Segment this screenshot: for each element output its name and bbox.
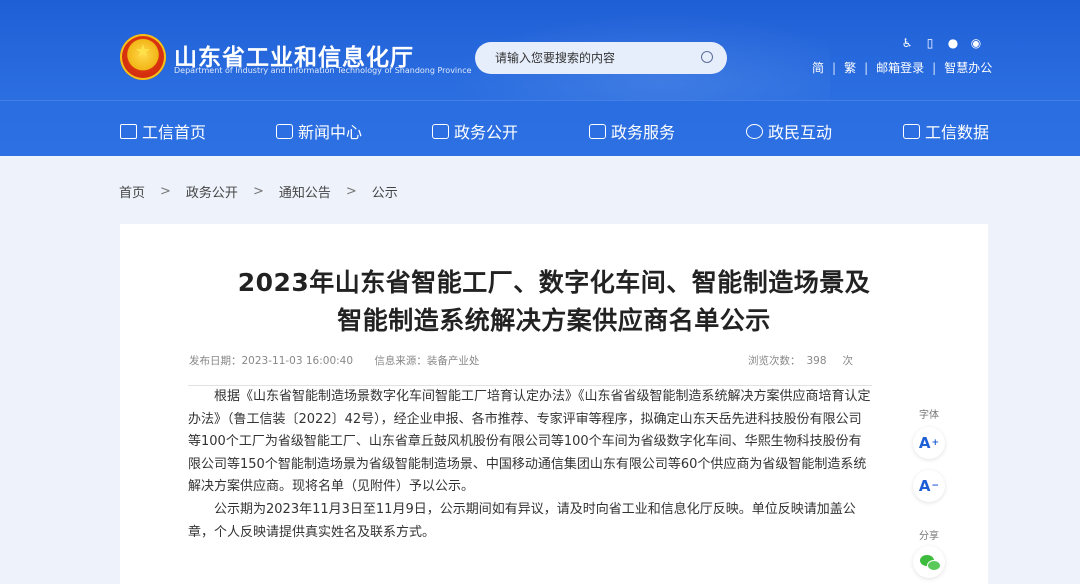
- breadcrumb-current[interactable]: 公示: [372, 182, 398, 201]
- breadcrumb: 首页 > 政务公开 > 通知公告 > 公示: [119, 182, 398, 201]
- monitor-icon: [432, 123, 449, 139]
- font-size-label: 字体: [919, 410, 939, 421]
- service-icon: [589, 123, 606, 139]
- article-paragraph: 根据《山东省智能制造场景数字化车间智能工厂培育认定办法》《山东省省级智能制造系统…: [188, 389, 871, 495]
- minus-icon: −: [931, 481, 940, 491]
- breadcrumb-separator: >: [345, 184, 357, 199]
- nav-item-interaction[interactable]: 政民互动: [746, 119, 832, 143]
- breadcrumb-notices[interactable]: 通知公告: [279, 182, 331, 201]
- traditional-chinese-link[interactable]: 繁: [844, 59, 856, 76]
- top-link-separator: |: [864, 60, 869, 75]
- site-subtitle: Department of Industry and Information T…: [174, 66, 472, 75]
- source-label: 信息来源：: [374, 355, 427, 367]
- nav-item-home[interactable]: 工信首页: [120, 119, 206, 143]
- nav-item-label: 工信首页: [142, 123, 207, 142]
- nav-item-label: 政务服务: [611, 123, 676, 142]
- font-decrease-button[interactable]: A −: [913, 470, 945, 502]
- nav-item-data[interactable]: 工信数据: [903, 119, 989, 143]
- mail-login-link[interactable]: 邮箱登录: [876, 59, 924, 76]
- breadcrumb-separator: >: [252, 184, 264, 199]
- font-decrease-glyph: A: [918, 477, 931, 495]
- plus-icon: +: [931, 438, 940, 448]
- breadcrumb-home[interactable]: 首页: [119, 182, 145, 201]
- breadcrumb-separator: >: [160, 184, 171, 199]
- wechat-share-icon[interactable]: [913, 546, 945, 578]
- site-header: 山东省工业和信息化厅 Department of Industry and In…: [0, 0, 1080, 156]
- views-value: 398: [806, 355, 827, 367]
- article-title-line: 2023年山东省智能工厂、数字化车间、智能制造场景及: [237, 268, 871, 297]
- wechat-icon[interactable]: ●: [946, 36, 960, 50]
- mobile-icon[interactable]: ▯: [923, 36, 937, 50]
- top-link-separator: |: [832, 60, 837, 75]
- nav-item-label: 新闻中心: [298, 123, 363, 142]
- nav-item-label: 政务公开: [454, 123, 519, 142]
- font-increase-button[interactable]: A +: [913, 427, 945, 459]
- search-box[interactable]: [475, 42, 727, 74]
- article-title: 2023年山东省智能工厂、数字化车间、智能制造场景及 智能制造系统解决方案供应商…: [120, 264, 988, 340]
- nav-item-label: 工信数据: [925, 123, 990, 142]
- share-label: 分享: [919, 531, 939, 542]
- top-icon-bar: ♿ ▯ ● ◉: [900, 36, 983, 50]
- accessibility-icon[interactable]: ♿: [900, 36, 914, 50]
- article-meta: 发布日期：2023-11-03 16:00:40 信息来源：装备产业处 浏览次数…: [189, 353, 859, 368]
- article-title-line: 智能制造系统解决方案供应商名单公示: [337, 306, 771, 335]
- weibo-icon[interactable]: ◉: [969, 36, 983, 50]
- home-icon: [120, 123, 137, 139]
- publish-date-label: 发布日期：: [189, 355, 242, 367]
- views-unit: 次: [842, 355, 854, 367]
- publish-date: 2023-11-03 16:00:40: [241, 355, 354, 367]
- smart-office-link[interactable]: 智慧办公: [944, 59, 992, 76]
- source-value: 装备产业处: [426, 355, 480, 367]
- top-link-separator: |: [932, 60, 937, 75]
- nav-item-services[interactable]: 政务服务: [589, 119, 675, 143]
- font-increase-glyph: A: [918, 434, 931, 452]
- top-links: 简 | 繁 | 邮箱登录 | 智慧办公: [812, 59, 992, 76]
- search-icon[interactable]: [701, 51, 713, 63]
- interaction-icon: [746, 123, 763, 139]
- article-body: 根据《山东省智能制造场景数字化车间智能工厂培育认定办法》《山东省省级智能制造系统…: [188, 386, 872, 544]
- database-icon: [903, 123, 920, 139]
- main-nav: 工信首页 新闻中心 政务公开 政务服务 政民互动 工信数据: [0, 101, 1080, 156]
- news-icon: [276, 123, 293, 139]
- views-label: 浏览次数：: [748, 355, 801, 367]
- article-paragraph: 公示期为2023年11月3日至11月9日，公示期间如有异议，请及时向省工业和信息…: [188, 501, 856, 540]
- search-input[interactable]: [493, 50, 687, 66]
- nav-item-government-affairs[interactable]: 政务公开: [432, 119, 518, 143]
- views-count: 浏览次数： 398 次: [748, 353, 853, 368]
- simplified-chinese-link[interactable]: 简: [812, 59, 824, 76]
- national-emblem-logo[interactable]: [120, 34, 166, 80]
- breadcrumb-government-affairs[interactable]: 政务公开: [186, 182, 238, 201]
- nav-item-news[interactable]: 新闻中心: [276, 119, 362, 143]
- nav-item-label: 政民互动: [768, 123, 833, 142]
